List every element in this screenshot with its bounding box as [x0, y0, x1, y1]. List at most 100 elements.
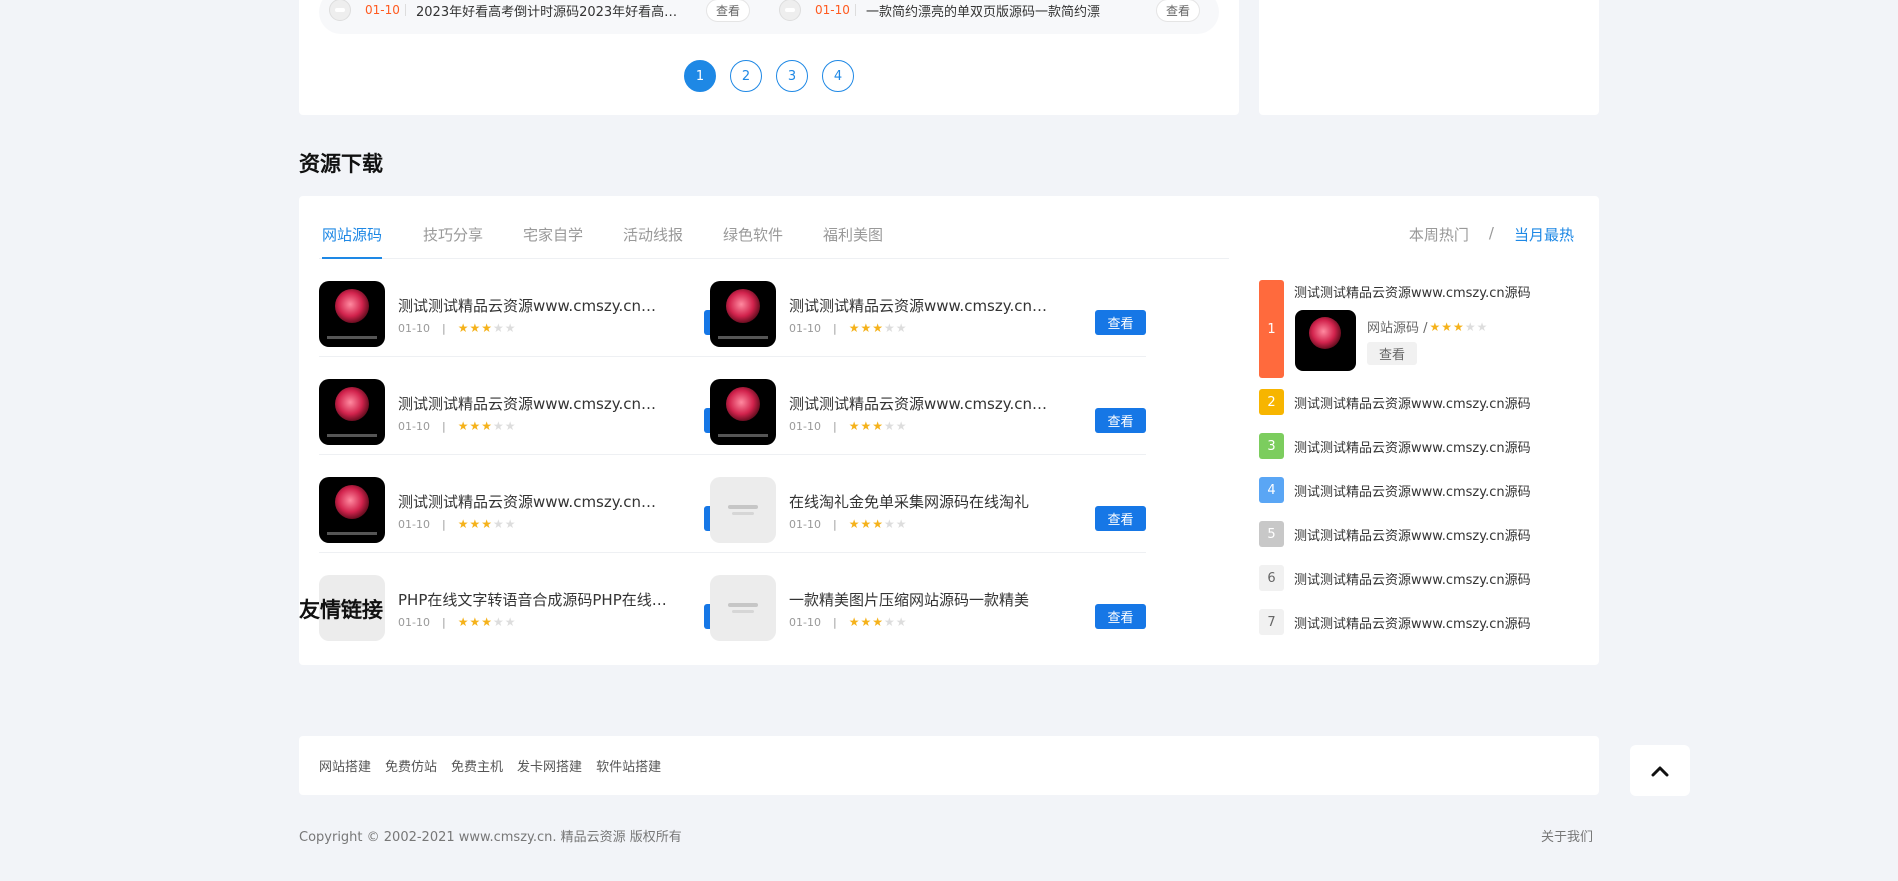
tab-website-source[interactable]: 网站源码	[322, 224, 383, 259]
ranking-item-title[interactable]: 测试测试精品云资源www.cmszy.cn源码	[1294, 282, 1531, 301]
view-button[interactable]: 查看	[1095, 506, 1146, 531]
resource-thumbnail[interactable]	[710, 477, 776, 543]
ranking-list: 1 测试测试精品云资源www.cmszy.cn源码 网站源码 / ★ ★ ★ ★ ★ 查…	[1259, 280, 1579, 644]
ranking-tabs: 本周热门 / 当月最热	[1409, 224, 1574, 245]
tab-deals[interactable]: 活动线报	[623, 224, 683, 259]
resource-item[interactable]: 测试测试精品云资源www.cmszy.cn源码测试测试精品01-10|★★★★★…	[710, 357, 1146, 455]
star-empty-icon: ★	[883, 321, 895, 335]
ranking-item[interactable]: 6 测试测试精品云资源www.cmszy.cn源码	[1259, 556, 1579, 600]
star-icon: ★	[469, 321, 481, 335]
meta-separator: |	[832, 517, 837, 531]
resource-date: 01-10	[398, 615, 430, 629]
rank-badge: 4	[1259, 477, 1284, 503]
ranking-item-title[interactable]: 测试测试精品云资源www.cmszy.cn源码	[1294, 393, 1531, 412]
resource-thumbnail[interactable]	[710, 575, 776, 641]
half-star-icon: ★	[872, 615, 883, 629]
friend-link[interactable]: 软件站搭建	[596, 756, 661, 775]
meta-separator: |	[832, 419, 837, 433]
resource-date: 01-10	[398, 517, 430, 531]
resource-date: 01-10	[398, 419, 430, 433]
sidebar-panel	[1259, 0, 1599, 115]
back-to-top-button[interactable]	[1630, 745, 1690, 796]
resource-thumbnail[interactable]	[319, 379, 385, 445]
news-item[interactable]: 01-10 一款简约漂亮的单双页版源码一款简约漂 查看	[779, 0, 1201, 30]
resource-title[interactable]: PHP在线文字转语音合成源码PHP在线文字转语音	[398, 589, 668, 610]
resource-title[interactable]: 在线淘礼金免单采集网源码在线淘礼	[789, 491, 1059, 512]
resource-item[interactable]: 测试测试精品云资源www.cmszy.cn源码测试测试精品01-10|★★★★★…	[319, 357, 755, 455]
resource-date: 01-10	[789, 615, 821, 629]
resource-title[interactable]: 测试测试精品云资源www.cmszy.cn源码测试测试精品	[789, 295, 1059, 316]
ranking-category-label[interactable]: 网站源码 /	[1367, 317, 1428, 336]
about-link[interactable]: 关于我们	[1541, 826, 1593, 845]
ranking-item[interactable]: 4 测试测试精品云资源www.cmszy.cn源码	[1259, 468, 1579, 512]
ranking-view-button[interactable]: 查看	[1367, 342, 1417, 365]
resource-item[interactable]: PHP在线文字转语音合成源码PHP在线文字转语音01-10|★★★★★查看	[319, 553, 755, 651]
view-button[interactable]: 查看	[1095, 604, 1146, 629]
ranking-item-title[interactable]: 测试测试精品云资源www.cmszy.cn源码	[1294, 569, 1531, 588]
news-title[interactable]: 2023年好看高考倒计时源码2023年好看高考倒计时源码	[416, 1, 686, 20]
resource-title[interactable]: 一款精美图片压缩网站源码一款精美	[789, 589, 1059, 610]
friend-link[interactable]: 发卡网搭建	[517, 756, 582, 775]
star-empty-icon: ★	[504, 321, 516, 335]
page-2-button[interactable]: 2	[730, 60, 762, 92]
ranking-thumbnail[interactable]	[1295, 310, 1356, 371]
resource-thumbnail[interactable]	[319, 281, 385, 347]
resource-item[interactable]: 测试测试精品云资源www.cmszy.cn源码测试测试精品01-10|★★★★★…	[710, 259, 1146, 357]
star-icon: ★	[860, 517, 872, 531]
friend-link[interactable]: 免费仿站	[385, 756, 437, 775]
star-empty-icon: ★	[1464, 319, 1476, 334]
star-icon: ★	[1441, 319, 1453, 334]
ranking-item[interactable]: 2 测试测试精品云资源www.cmszy.cn源码	[1259, 380, 1579, 424]
resource-meta: 01-10 | ★ ★ ★ ★ ★	[789, 615, 907, 629]
friend-link[interactable]: 免费主机	[451, 756, 503, 775]
resource-title[interactable]: 测试测试精品云资源www.cmszy.cn源码测试测试精品	[398, 393, 668, 414]
star-empty-icon: ★	[492, 321, 504, 335]
tab-images[interactable]: 福利美图	[823, 224, 883, 259]
footer: Copyright © 2002-2021 www.cmszy.cn. 精品云资…	[299, 826, 1599, 845]
ranking-item[interactable]: 7 测试测试精品云资源www.cmszy.cn源码	[1259, 600, 1579, 644]
page-3-button[interactable]: 3	[776, 60, 808, 92]
resource-item[interactable]: 在线淘礼金免单采集网源码在线淘礼 01-10 | ★ ★ ★ ★ ★ 查看	[710, 455, 1146, 553]
chevron-up-icon	[1651, 766, 1669, 776]
star-icon: ★	[848, 517, 860, 531]
star-icon: ★	[860, 419, 872, 433]
star-icon: ★	[860, 615, 872, 629]
ranking-item-top[interactable]: 1 测试测试精品云资源www.cmszy.cn源码 网站源码 / ★ ★ ★ ★ ★ 查…	[1259, 280, 1579, 380]
category-tabs: 网站源码 技巧分享 宅家自学 活动线报 绿色软件 福利美图	[319, 196, 1229, 259]
resource-item[interactable]: 测试测试精品云资源www.cmszy.cn源码测试测试精品01-10|★★★★★…	[319, 455, 755, 553]
tab-monthly-hot[interactable]: 当月最热	[1514, 224, 1574, 245]
tab-software[interactable]: 绿色软件	[723, 224, 783, 259]
resource-title[interactable]: 测试测试精品云资源www.cmszy.cn源码测试测试精品	[398, 491, 668, 512]
view-button[interactable]: 查看	[1095, 408, 1146, 433]
tab-weekly-hot[interactable]: 本周热门	[1409, 224, 1469, 245]
section-title-friend-links: 友情链接	[299, 598, 383, 622]
resource-thumbnail[interactable]	[710, 281, 776, 347]
news-title[interactable]: 一款简约漂亮的单双页版源码一款简约漂	[866, 1, 1136, 20]
news-view-button[interactable]: 查看	[706, 0, 751, 22]
pagination: 1 2 3 4	[299, 60, 1239, 92]
tab-self-study[interactable]: 宅家自学	[523, 224, 583, 259]
resource-item[interactable]: 一款精美图片压缩网站源码一款精美 01-10 | ★ ★ ★ ★ ★ 查看	[710, 553, 1146, 651]
tab-tips[interactable]: 技巧分享	[423, 224, 483, 259]
ranking-item[interactable]: 5 测试测试精品云资源www.cmszy.cn源码	[1259, 512, 1579, 556]
ranking-item-title[interactable]: 测试测试精品云资源www.cmszy.cn源码	[1294, 437, 1531, 456]
resource-title[interactable]: 测试测试精品云资源www.cmszy.cn源码测试测试精品	[789, 393, 1059, 414]
ranking-item-title[interactable]: 测试测试精品云资源www.cmszy.cn源码	[1294, 613, 1531, 632]
half-star-icon: ★	[872, 419, 883, 433]
page-4-button[interactable]: 4	[822, 60, 854, 92]
news-item[interactable]: 01-10 2023年好看高考倒计时源码2023年好看高考倒计时源码 查看	[329, 0, 751, 30]
news-view-button[interactable]: 查看	[1156, 0, 1201, 22]
resource-thumbnail[interactable]	[710, 379, 776, 445]
resource-title[interactable]: 测试测试精品云资源www.cmszy.cn源码测试测试精品	[398, 295, 668, 316]
resource-thumbnail[interactable]	[319, 477, 385, 543]
ranking-item-title[interactable]: 测试测试精品云资源www.cmszy.cn源码	[1294, 481, 1531, 500]
page-1-button[interactable]: 1	[684, 60, 716, 92]
rank-badge: 2	[1259, 389, 1284, 415]
star-icon: ★	[848, 419, 860, 433]
resource-item[interactable]: 测试测试精品云资源www.cmszy.cn源码测试测试精品01-10|★★★★★…	[319, 259, 755, 357]
view-button[interactable]: 查看	[1095, 310, 1146, 335]
ranking-item[interactable]: 3 测试测试精品云资源www.cmszy.cn源码	[1259, 424, 1579, 468]
friend-link[interactable]: 网站搭建	[319, 756, 371, 775]
star-icon: ★	[1429, 319, 1441, 334]
ranking-item-title[interactable]: 测试测试精品云资源www.cmszy.cn源码	[1294, 525, 1531, 544]
